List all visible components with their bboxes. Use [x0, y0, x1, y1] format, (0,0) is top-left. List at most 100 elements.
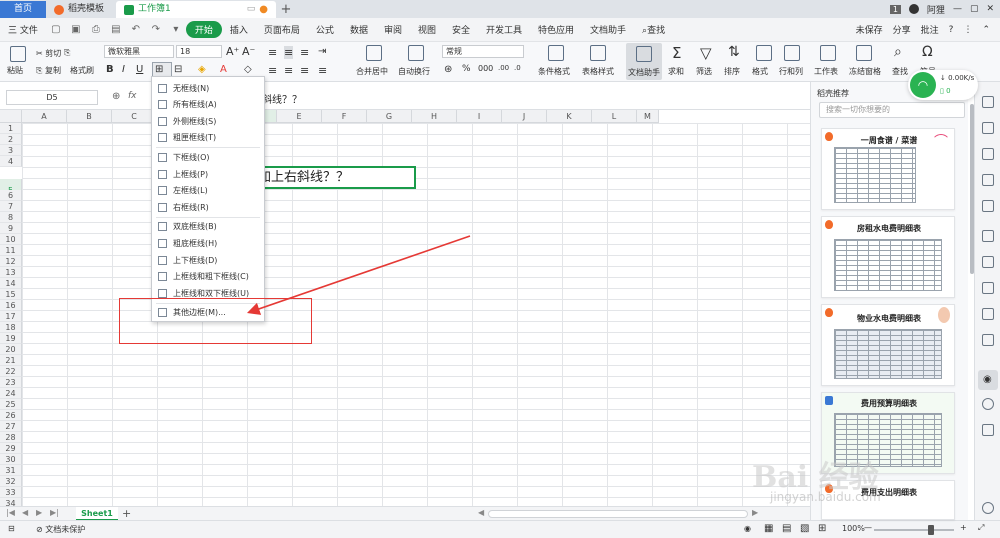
- font-select[interactable]: 微软雅黑: [104, 45, 174, 58]
- wrap-button[interactable]: 自动换行: [398, 66, 430, 77]
- scroll-left-icon[interactable]: ◀: [478, 508, 484, 517]
- format-painter-button[interactable]: 格式刷: [70, 65, 94, 76]
- user-name[interactable]: 阿狸: [927, 3, 945, 16]
- grid-panel-icon[interactable]: [982, 424, 994, 436]
- indent-icon[interactable]: ⇥: [318, 46, 326, 57]
- minimize-icon[interactable]: —: [953, 4, 962, 14]
- rowcol-button[interactable]: 行和列: [779, 66, 803, 77]
- normal-view-icon[interactable]: ▦: [764, 523, 773, 534]
- column-header-k[interactable]: K: [547, 110, 592, 123]
- template-search-input[interactable]: 搜索一切你想要的: [819, 102, 965, 118]
- column-header-g[interactable]: G: [367, 110, 412, 123]
- print-icon[interactable]: ⎙: [90, 24, 102, 36]
- font-shrink-icon[interactable]: A⁻: [242, 45, 255, 58]
- sort-icon[interactable]: ⇅: [728, 44, 740, 60]
- row-header-1[interactable]: 1: [0, 123, 22, 134]
- paste-label[interactable]: 粘贴: [7, 65, 23, 76]
- row-header-16[interactable]: 16: [0, 300, 22, 311]
- fill-icon[interactable]: ⊟: [174, 64, 182, 75]
- property-icon[interactable]: [982, 174, 994, 186]
- menu-formula[interactable]: 公式: [308, 23, 342, 36]
- row-header-18[interactable]: 18: [0, 322, 22, 333]
- formula-input[interactable]: 斜线？？: [262, 91, 302, 106]
- fullscreen-icon[interactable]: ⤢: [978, 523, 984, 533]
- freeze-icon[interactable]: [856, 45, 872, 61]
- border-option-0[interactable]: 无框线(N): [152, 80, 264, 96]
- align-middle-icon[interactable]: ≡: [284, 46, 294, 59]
- font-grow-icon[interactable]: A⁺: [226, 45, 239, 58]
- align-left-icon[interactable]: ≡: [268, 64, 277, 77]
- templates-panel-toggle[interactable]: ◉: [978, 370, 998, 390]
- zoom-slider[interactable]: [874, 529, 954, 531]
- menu-doc-assistant[interactable]: 文档助手: [582, 23, 634, 36]
- symbol-icon[interactable]: Ω: [922, 44, 933, 60]
- italic-icon[interactable]: I: [122, 64, 125, 75]
- menu-security[interactable]: 安全: [444, 23, 478, 36]
- row-header-12[interactable]: 12: [0, 256, 22, 267]
- collapse-icon[interactable]: ⌃: [982, 25, 990, 35]
- number-format-select[interactable]: 常规: [442, 45, 524, 58]
- border-option-10[interactable]: 上下框线(D): [152, 252, 264, 268]
- find-button[interactable]: 查找: [892, 66, 908, 77]
- shape-icon[interactable]: [982, 148, 994, 160]
- border-option-4[interactable]: 下框线(O): [152, 149, 264, 165]
- currency-icon[interactable]: ⊛: [444, 64, 452, 75]
- row-header-28[interactable]: 28: [0, 432, 22, 443]
- row-header-7[interactable]: 7: [0, 201, 22, 212]
- eye-icon[interactable]: ◉: [744, 524, 751, 533]
- menu-features[interactable]: 特色应用: [530, 23, 582, 36]
- backup-icon[interactable]: [982, 230, 994, 242]
- border-option-1[interactable]: 所有框线(A): [152, 97, 264, 113]
- format-icon[interactable]: [756, 45, 772, 61]
- row-header-3[interactable]: 3: [0, 145, 22, 156]
- copy-button[interactable]: ⎘: [64, 48, 70, 58]
- decrease-decimal-icon[interactable]: .0: [514, 64, 521, 72]
- network-speed-widget[interactable]: ◠ ↓ 0.00K/s ▯ 0: [908, 70, 978, 100]
- fill-color-icon[interactable]: ◈: [198, 64, 206, 75]
- row-header-26[interactable]: 26: [0, 410, 22, 421]
- row-header-27[interactable]: 27: [0, 421, 22, 432]
- cloud-icon[interactable]: [982, 200, 994, 212]
- border-option-9[interactable]: 粗底框线(H): [152, 235, 264, 251]
- row-header-32[interactable]: 32: [0, 476, 22, 487]
- worksheet-button[interactable]: 工作表: [814, 66, 838, 77]
- window-icon[interactable]: ▭: [247, 1, 256, 18]
- reading-mode-icon[interactable]: ⊞: [818, 523, 826, 534]
- row-header-30[interactable]: 30: [0, 454, 22, 465]
- share-button[interactable]: 分享: [893, 23, 911, 36]
- save-icon[interactable]: ▣: [70, 24, 82, 36]
- open-icon[interactable]: ▢: [50, 24, 62, 36]
- find-icon[interactable]: ⌕: [894, 44, 902, 60]
- merge-icon[interactable]: [366, 45, 382, 61]
- border-option-8[interactable]: 双底框线(B): [152, 219, 264, 235]
- tab-templates[interactable]: 稻壳模板: [46, 1, 116, 18]
- template-card-property-utilities[interactable]: 物业水电费明细表: [821, 304, 955, 386]
- align-bottom-icon[interactable]: ≡: [300, 46, 309, 59]
- row-header-14[interactable]: 14: [0, 278, 22, 289]
- row-header-10[interactable]: 10: [0, 234, 22, 245]
- column-header-a[interactable]: A: [22, 110, 67, 123]
- status-menu-icon[interactable]: ⊟: [8, 524, 15, 533]
- menu-start[interactable]: 开始: [185, 21, 222, 38]
- row-header-33[interactable]: 33: [0, 487, 22, 498]
- row-header-29[interactable]: 29: [0, 443, 22, 454]
- zoom-value[interactable]: 100%: [842, 524, 865, 533]
- select-icon[interactable]: [982, 96, 994, 108]
- wrap-icon[interactable]: [408, 45, 424, 61]
- tab-workbook[interactable]: 工作簿1 ▭ ●: [116, 1, 276, 18]
- filter-button[interactable]: 筛选: [696, 66, 712, 77]
- menu-data[interactable]: 数据: [342, 23, 376, 36]
- new-tab-button[interactable]: +: [276, 1, 296, 18]
- protect-status[interactable]: ⊘ 文档未保护: [36, 524, 85, 535]
- more-icon[interactable]: ▾: [170, 24, 182, 36]
- row-header-15[interactable]: 15: [0, 289, 22, 300]
- paste-icon[interactable]: [10, 46, 26, 62]
- align-right-icon[interactable]: ≡: [300, 64, 309, 77]
- doc-assistant-button[interactable]: 文档助手: [626, 43, 662, 80]
- row-header-4[interactable]: 4: [0, 156, 22, 167]
- justify-icon[interactable]: ≡: [318, 64, 327, 77]
- column-header-e[interactable]: E: [277, 110, 322, 123]
- menu-developer[interactable]: 开发工具: [478, 23, 530, 36]
- comment-button[interactable]: 批注: [921, 23, 939, 36]
- share-icon[interactable]: [982, 282, 994, 294]
